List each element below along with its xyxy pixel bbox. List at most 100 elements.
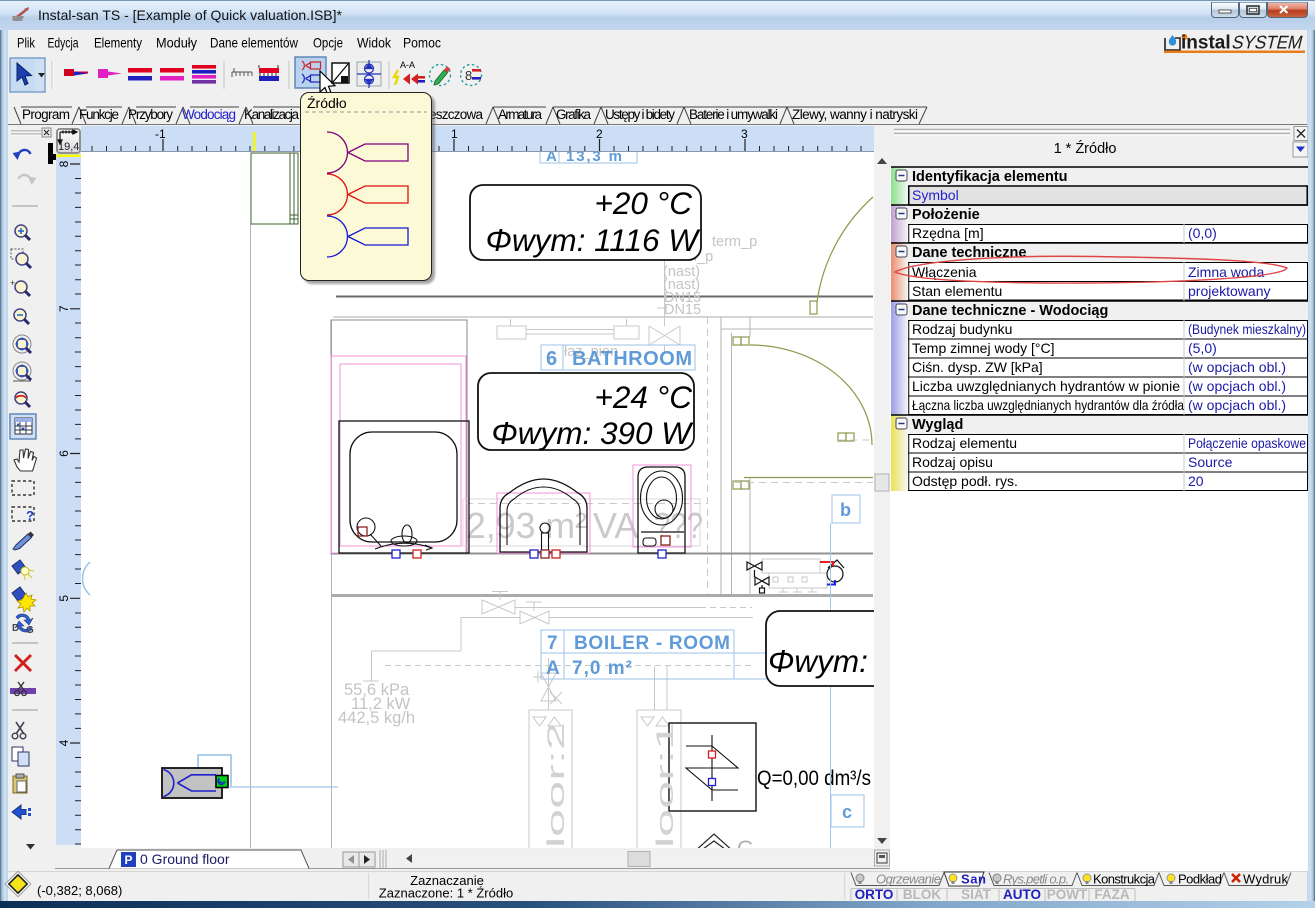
svg-text:Funkcje: Funkcje bbox=[79, 107, 119, 122]
svg-text:projektowany: projektowany bbox=[1188, 283, 1271, 299]
svg-text:4: 4 bbox=[57, 739, 71, 746]
svg-text:A: A bbox=[546, 152, 557, 165]
svg-text:6: 6 bbox=[57, 450, 71, 457]
svg-text:Konstrukcja: Konstrukcja bbox=[1093, 872, 1156, 887]
svg-text:Source: Source bbox=[1188, 454, 1233, 470]
svg-text:-1: -1 bbox=[155, 127, 166, 141]
svg-text:Plik: Plik bbox=[17, 35, 36, 51]
svg-text:1 * Źródło: 1 * Źródło bbox=[1054, 140, 1117, 157]
svg-text:b: b bbox=[840, 500, 851, 520]
svg-text:Widok: Widok bbox=[357, 35, 392, 51]
svg-text:(5,0): (5,0) bbox=[1188, 340, 1217, 356]
svg-text:Q=0,00 dm³/s: Q=0,00 dm³/s bbox=[757, 767, 871, 790]
svg-text:G: G bbox=[26, 625, 34, 636]
svg-text:Rzędna [m]: Rzędna [m] bbox=[912, 225, 984, 241]
svg-text:POWT: POWT bbox=[1047, 887, 1088, 902]
svg-text:Φwym: 1116 W: Φwym: 1116 W bbox=[486, 222, 702, 258]
svg-text:Φwym:: Φwym: bbox=[768, 643, 868, 679]
svg-text:Elementy: Elementy bbox=[94, 35, 142, 51]
svg-text:(-0,382; 8,068): (-0,382; 8,068) bbox=[37, 883, 122, 898]
svg-text:Wygląd: Wygląd bbox=[912, 417, 963, 433]
svg-text:DN15: DN15 bbox=[664, 302, 701, 318]
svg-text:Dane techniczne: Dane techniczne bbox=[912, 245, 1026, 261]
svg-text:2,93 m²: 2,93 m² bbox=[466, 505, 587, 546]
svg-text:(w opcjach obl.): (w opcjach obl.) bbox=[1188, 378, 1286, 394]
svg-text:Rodzaj opisu: Rodzaj opisu bbox=[912, 454, 993, 470]
svg-text:442,5 kg/h: 442,5 kg/h bbox=[338, 709, 415, 727]
svg-text:term_p: term_p bbox=[712, 234, 757, 250]
svg-text:Zlewy, wanny i natryski: Zlewy, wanny i natryski bbox=[792, 107, 918, 122]
svg-text:6: 6 bbox=[546, 348, 557, 370]
svg-text:Dane techniczne - Wodociąg: Dane techniczne - Wodociąg bbox=[912, 303, 1108, 319]
svg-text:Przybory: Przybory bbox=[128, 107, 173, 122]
svg-text:Zimna woda: Zimna woda bbox=[1188, 264, 1264, 280]
svg-text:instal: instal bbox=[1181, 33, 1231, 54]
svg-text:floor:1: floor:1 bbox=[652, 722, 679, 848]
svg-text:Program: Program bbox=[22, 107, 70, 122]
svg-text:Zaznaczone: 1 * Źródło: Zaznaczone: 1 * Źródło bbox=[379, 886, 513, 901]
svg-text:(Budynek mieszkalny): (Budynek mieszkalny) bbox=[1188, 321, 1306, 337]
svg-text:Identyfikacja elementu: Identyfikacja elementu bbox=[912, 169, 1068, 185]
svg-text:7,0 m²: 7,0 m² bbox=[572, 658, 632, 679]
svg-text:Edycja: Edycja bbox=[48, 35, 79, 51]
svg-text:VA: VA bbox=[593, 505, 638, 546]
svg-text:c: c bbox=[842, 802, 852, 822]
svg-text:Moduły: Moduły bbox=[156, 35, 197, 51]
svg-text:Pomoc: Pomoc bbox=[403, 35, 441, 51]
svg-text:Rodzaj budynku: Rodzaj budynku bbox=[912, 321, 1012, 337]
svg-text:D: D bbox=[12, 623, 19, 634]
svg-text:floor:2: floor:2 bbox=[543, 722, 570, 848]
svg-text:(w opcjach obl.): (w opcjach obl.) bbox=[1188, 359, 1286, 375]
svg-text:Położenie: Położenie bbox=[912, 207, 980, 223]
svg-text:Opcje: Opcje bbox=[313, 35, 343, 51]
svg-text:Ustępy i bidety: Ustępy i bidety bbox=[605, 107, 675, 122]
svg-text:7: 7 bbox=[57, 305, 71, 312]
svg-text:0 Ground floor: 0 Ground floor bbox=[140, 851, 230, 867]
svg-text:Kanalizacja: Kanalizacja bbox=[244, 107, 299, 122]
svg-text:?: ? bbox=[26, 508, 34, 523]
svg-text:SYSTEM: SYSTEM bbox=[1230, 32, 1305, 53]
svg-text:2: 2 bbox=[596, 127, 603, 141]
svg-text:Rys.pętli o.p.: Rys.pętli o.p. bbox=[1003, 872, 1069, 887]
svg-text:A: A bbox=[546, 658, 560, 679]
svg-text:Liczba uwzględnianych hydrantó: Liczba uwzględnianych hydrantów w pionie bbox=[912, 378, 1180, 394]
svg-text:Łączna liczba uwzględnianych h: Łączna liczba uwzględnianych hydrantów d… bbox=[912, 397, 1184, 413]
svg-text:SIAT: SIAT bbox=[961, 887, 992, 902]
svg-text:Odstęp podł. rys.: Odstęp podł. rys. bbox=[912, 473, 1018, 489]
svg-text:1: 1 bbox=[451, 127, 458, 141]
svg-text:Symbol: Symbol bbox=[912, 187, 959, 203]
svg-text:A-A: A-A bbox=[400, 60, 415, 70]
svg-text:P: P bbox=[125, 853, 133, 867]
svg-text:AUTO: AUTO bbox=[1003, 887, 1041, 902]
svg-text:Temp zimnej wody [°C]: Temp zimnej wody [°C] bbox=[912, 340, 1055, 356]
svg-text:8: 8 bbox=[57, 160, 71, 167]
svg-text:19,4: 19,4 bbox=[58, 141, 79, 153]
svg-text:Ogrzewanie: Ogrzewanie bbox=[876, 872, 941, 887]
svg-text:BATHROOM: BATHROOM bbox=[572, 348, 692, 370]
svg-text:Baterie i umywalki: Baterie i umywalki bbox=[689, 107, 778, 122]
svg-text:Armatura: Armatura bbox=[498, 107, 542, 122]
svg-text:20: 20 bbox=[1188, 473, 1204, 489]
svg-text:BOILER - ROOM: BOILER - ROOM bbox=[574, 633, 730, 654]
svg-text:7: 7 bbox=[547, 633, 558, 654]
svg-text:Grafika: Grafika bbox=[556, 107, 591, 122]
svg-text:+24 °C: +24 °C bbox=[594, 379, 692, 415]
svg-text:(w opcjach obl.): (w opcjach obl.) bbox=[1188, 397, 1286, 413]
svg-text:G: G bbox=[737, 836, 754, 848]
svg-text:5: 5 bbox=[57, 595, 71, 602]
svg-text:Podkład: Podkład bbox=[1178, 872, 1222, 887]
svg-text:Wodociąg: Wodociąg bbox=[182, 107, 236, 122]
svg-text:Stan elementu: Stan elementu bbox=[912, 283, 1002, 299]
svg-text:3: 3 bbox=[741, 127, 748, 141]
svg-text:8: 8 bbox=[465, 68, 472, 83]
svg-text:FAZA: FAZA bbox=[1094, 887, 1129, 902]
svg-text:+20 °C: +20 °C bbox=[594, 185, 692, 221]
svg-text:Dane elementów: Dane elementów bbox=[210, 35, 299, 51]
svg-text:eszczowa: eszczowa bbox=[429, 107, 483, 122]
svg-text:Φwym: 390 W: Φwym: 390 W bbox=[491, 415, 694, 451]
svg-text:Rodzaj elementu: Rodzaj elementu bbox=[912, 435, 1017, 451]
svg-text:San: San bbox=[961, 872, 986, 887]
svg-text:ORTO: ORTO bbox=[855, 887, 894, 902]
svg-text:Ciśn. dysp. ZW [kPa]: Ciśn. dysp. ZW [kPa] bbox=[912, 359, 1043, 375]
svg-text:Wydruk: Wydruk bbox=[1243, 872, 1289, 887]
